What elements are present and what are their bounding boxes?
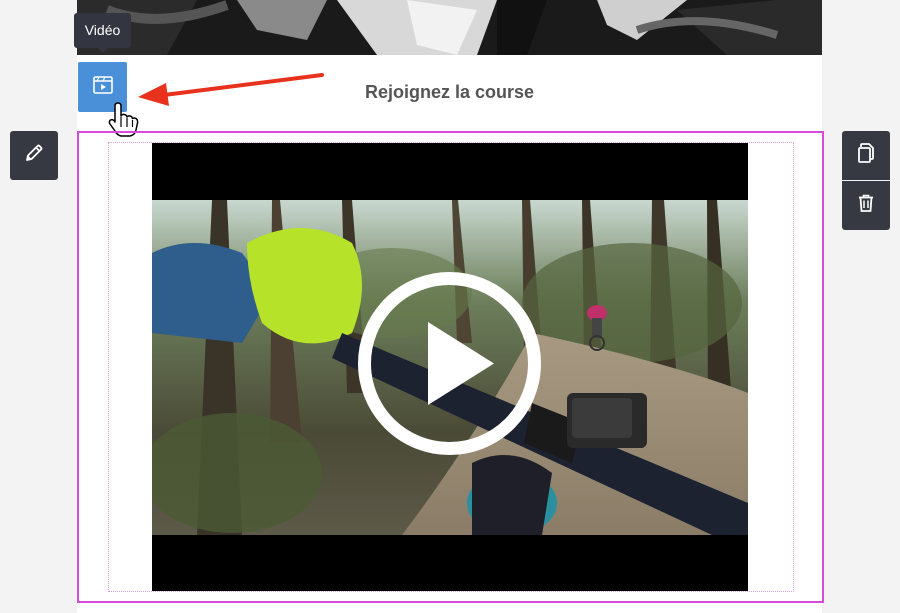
duplicate-button[interactable] — [842, 131, 890, 180]
pencil-icon — [24, 143, 44, 168]
hero-image[interactable] — [77, 0, 822, 55]
copy-icon — [857, 143, 875, 168]
tooltip-video: Vidéo — [74, 13, 131, 53]
delete-button[interactable] — [842, 181, 890, 230]
trash-icon — [858, 194, 874, 217]
edit-button[interactable] — [10, 131, 58, 180]
section-heading: Rejoignez la course — [364, 82, 535, 102]
play-button-icon[interactable] — [356, 270, 543, 457]
